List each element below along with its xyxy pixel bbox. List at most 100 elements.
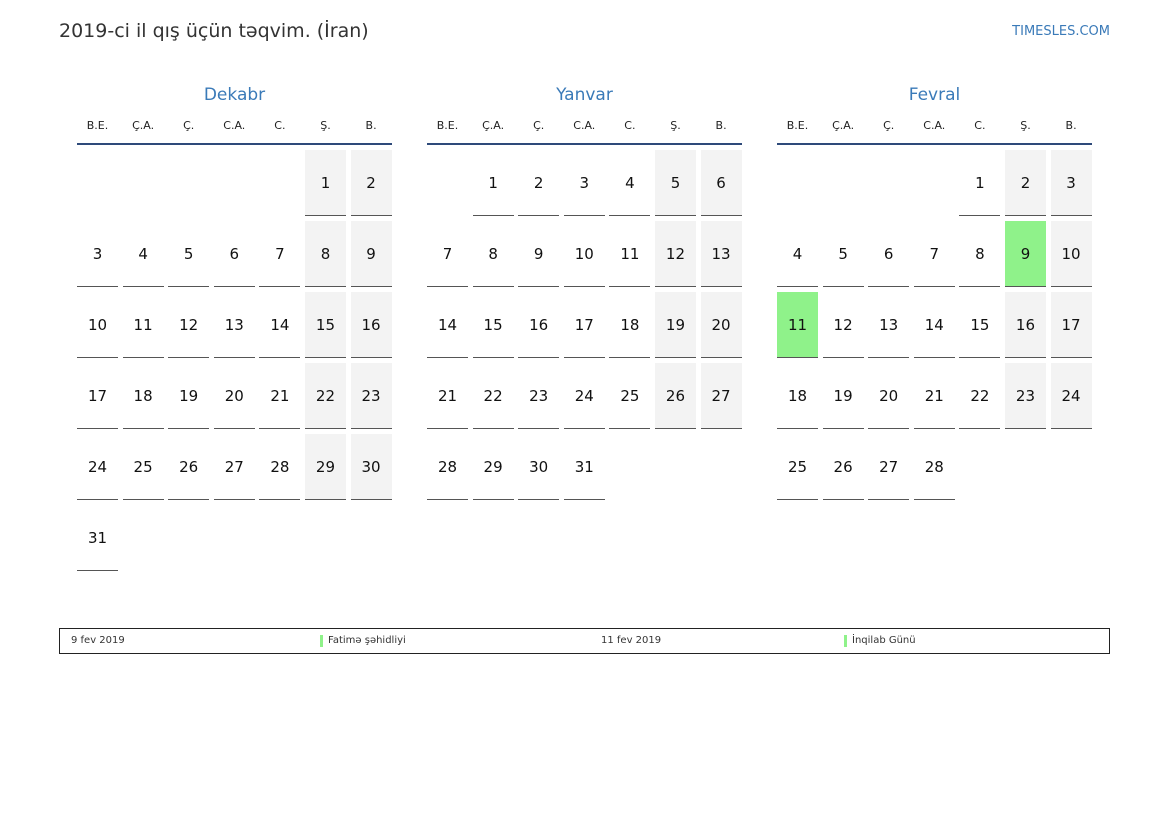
day-cell: 6	[868, 221, 910, 287]
day-cell: 12	[654, 221, 696, 287]
day-cell: 16	[350, 292, 392, 358]
day-cell: 23	[1004, 363, 1046, 429]
day-cell: 1	[472, 150, 514, 216]
day-cell: 20	[213, 363, 255, 429]
holiday-marker	[320, 635, 323, 647]
weekday-label: B.	[1065, 119, 1077, 132]
weekday-label: C.	[624, 119, 636, 132]
brand-link[interactable]: TIMESLES.COM	[1012, 24, 1110, 39]
day-cell: 15	[304, 292, 346, 358]
day-cell: 10	[77, 292, 118, 358]
day-cell: 10	[563, 221, 605, 287]
month-name: Dekabr	[203, 85, 266, 105]
day-cell: 12	[168, 292, 210, 358]
day-cell: 31	[563, 434, 605, 500]
day-cell: 28	[913, 434, 955, 500]
day-cell: 22	[304, 363, 346, 429]
day-cell-holiday: 9	[1004, 221, 1046, 287]
day-cell: 25	[609, 363, 651, 429]
day-cell: 4	[122, 221, 164, 287]
day-cell: 24	[77, 434, 118, 500]
day-cell: 13	[700, 221, 742, 287]
day-cell: 4	[609, 150, 651, 216]
day-cell: 16	[518, 292, 560, 358]
day-cell: 25	[122, 434, 164, 500]
day-cell: 24	[1050, 363, 1092, 429]
day-cell: 28	[427, 434, 468, 500]
day-cell: 2	[350, 150, 392, 216]
weekday-header: B.E. Ç.A. Ç. C.A. C. Ş. B.	[427, 117, 742, 145]
day-cell: 23	[518, 363, 560, 429]
weekday-label: C.	[974, 119, 986, 132]
day-cell: 29	[472, 434, 514, 500]
day-cell: 30	[518, 434, 560, 500]
day-cell: 18	[777, 363, 818, 429]
day-cell: 11	[609, 221, 651, 287]
holiday-legend: 9 fev 2019 Fatimə şəhidliyi 11 fev 2019 …	[59, 628, 1110, 654]
day-cell: 2	[518, 150, 560, 216]
day-cell: 18	[609, 292, 651, 358]
weekday-label: C.A.	[223, 119, 246, 132]
day-cell: 24	[563, 363, 605, 429]
day-cell: 22	[472, 363, 514, 429]
day-cell: 22	[959, 363, 1001, 429]
day-cell: 5	[168, 221, 210, 287]
day-cell: 8	[304, 221, 346, 287]
empty-cell	[868, 150, 909, 216]
day-cell: 27	[213, 434, 255, 500]
calendar-months: Dekabr B.E. Ç.A. Ç. C.A. C. Ş. B. 1 2 3 4 5 6 7 8 9 10 1…	[77, 82, 1092, 592]
empty-cell	[259, 150, 300, 216]
weekday-label: Ç.A.	[132, 119, 155, 132]
day-cell: 14	[913, 292, 955, 358]
month-name: Yanvar	[556, 85, 613, 105]
day-cell: 25	[777, 434, 818, 500]
day-cell: 8	[959, 221, 1001, 287]
day-cell: 7	[259, 221, 301, 287]
holiday-marker	[844, 635, 847, 647]
weekday-header: B.E. Ç.A. Ç. C.A. C. Ş. B.	[777, 117, 1092, 145]
weekday-label: Ç.A.	[832, 119, 855, 132]
empty-cell	[168, 150, 209, 216]
day-cell: 21	[427, 363, 468, 429]
weekday-label: B.E.	[86, 119, 109, 132]
empty-cell	[777, 150, 818, 216]
day-cell: 7	[427, 221, 468, 287]
day-cell: 26	[654, 363, 696, 429]
day-cell: 6	[700, 150, 742, 216]
day-cell: 19	[168, 363, 210, 429]
empty-cell	[214, 150, 255, 216]
day-cell: 1	[959, 150, 1001, 216]
day-cell: 15	[959, 292, 1001, 358]
day-cell: 14	[259, 292, 301, 358]
weekday-label: B.	[715, 119, 727, 132]
day-cell: 1	[304, 150, 346, 216]
weekday-label: Ç.	[533, 119, 545, 132]
empty-cell	[914, 150, 955, 216]
weekday-label: Ç.	[883, 119, 895, 132]
month-fevral: Fevral B.E. Ç.A. Ç. C.A. C. Ş. B. 1 2 3 4 5 6 7 8 9 10 1…	[777, 82, 1092, 500]
day-cell: 5	[822, 221, 864, 287]
day-cell-holiday: 11	[777, 292, 818, 358]
empty-cell	[77, 150, 118, 216]
day-cell: 3	[1050, 150, 1092, 216]
day-cell: 12	[822, 292, 864, 358]
empty-cell	[427, 150, 468, 216]
legend-date: 9 fev 2019	[71, 635, 125, 646]
day-cell: 13	[868, 292, 910, 358]
weekday-label: Ç.	[183, 119, 195, 132]
legend-holiday-name: Fatimə şəhidliyi	[328, 635, 406, 646]
day-cell: 27	[868, 434, 910, 500]
days-grid: 1 2 3 4 5 6 7 8 9 10 11 12 13 14 15 16 17 18 19 20 21 22 23 24 2…	[77, 150, 392, 571]
day-cell: 7	[913, 221, 955, 287]
day-cell: 20	[700, 292, 742, 358]
day-cell: 15	[472, 292, 514, 358]
day-cell: 26	[822, 434, 864, 500]
day-cell: 4	[777, 221, 818, 287]
days-grid: 1 2 3 4 5 6 7 8 9 10 11 12 13 14 15 16 17 18 19 20 21 22 23 24 2…	[777, 150, 1092, 500]
days-grid: 1 2 3 4 5 6 7 8 9 10 11 12 13 14 15 16 17 18 19 20 21 22 23 24 2…	[427, 150, 742, 500]
day-cell: 9	[350, 221, 392, 287]
day-cell: 28	[259, 434, 301, 500]
day-cell: 21	[913, 363, 955, 429]
day-cell: 5	[654, 150, 696, 216]
month-yanvar: Yanvar B.E. Ç.A. Ç. C.A. C. Ş. B. 1 2 3 4 5 6 7 8 9 10 1…	[427, 82, 742, 500]
